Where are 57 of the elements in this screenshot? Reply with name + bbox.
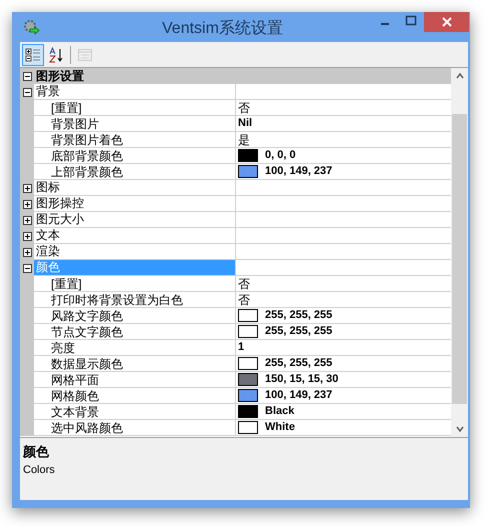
- category-label: 图形设置: [35, 68, 84, 85]
- property-value[interactable]: 100, 149, 237: [265, 387, 332, 404]
- group-label[interactable]: 渲染: [34, 244, 60, 259]
- close-icon: [442, 17, 452, 27]
- group-label[interactable]: 文本: [34, 228, 60, 243]
- property-name: 风路文字颜色: [51, 308, 123, 324]
- categorized-view-button[interactable]: [22, 44, 44, 66]
- property-name: [重置]: [51, 276, 82, 292]
- property-value[interactable]: 255, 255, 255: [265, 323, 332, 340]
- expand-icon[interactable]: [22, 248, 32, 256]
- group-label[interactable]: 图元大小: [34, 212, 84, 227]
- property-name: 上部背景颜色: [51, 164, 123, 180]
- property-name: 选中风路颜色: [51, 420, 123, 436]
- scrollbar[interactable]: [451, 68, 468, 437]
- property-value[interactable]: 255, 255, 255: [265, 355, 332, 372]
- expand-icon[interactable]: [22, 216, 32, 224]
- property-name: 亮度: [51, 340, 75, 356]
- property-value[interactable]: 是: [238, 130, 250, 148]
- gear-icon: [22, 18, 40, 36]
- property-value[interactable]: 否: [238, 290, 250, 308]
- property-value[interactable]: 150, 15, 15, 30: [265, 371, 338, 388]
- property-value[interactable]: 1: [238, 339, 244, 356]
- window-title: Ventsim系统设置: [162, 18, 283, 39]
- property-value[interactable]: 否: [238, 274, 250, 292]
- categorized-icon: [25, 46, 41, 62]
- scrollbar-thumb[interactable]: [452, 114, 467, 404]
- group-label[interactable]: 背景: [34, 84, 60, 99]
- group-label[interactable]: 图形操控: [34, 196, 84, 211]
- property-value[interactable]: 255, 255, 255: [265, 307, 332, 324]
- property-name: 数据显示颜色: [51, 356, 123, 372]
- property-name: 底部背景颜色: [51, 148, 123, 164]
- property-value[interactable]: 100, 149, 237: [265, 163, 332, 180]
- expand-icon[interactable]: [22, 184, 32, 192]
- property-name: 背景图片: [51, 116, 99, 132]
- sort-icon: [49, 46, 65, 62]
- description-text: Colors: [23, 462, 56, 478]
- collapse-icon[interactable]: [22, 264, 32, 272]
- property-value[interactable]: Nil: [238, 115, 252, 132]
- expand-icon[interactable]: [22, 232, 32, 240]
- close-button[interactable]: [424, 12, 469, 32]
- description-title: 颜色: [23, 443, 50, 461]
- property-value[interactable]: 0, 0, 0: [265, 147, 296, 164]
- property-name: 背景图片着色: [51, 132, 123, 148]
- property-name: 节点文字颜色: [51, 324, 123, 340]
- property-name: 文本背景: [51, 404, 99, 420]
- property-value[interactable]: Black: [265, 403, 294, 420]
- collapse-icon[interactable]: [22, 72, 32, 80]
- property-name: 网格平面: [51, 372, 99, 388]
- expand-icon[interactable]: [22, 200, 32, 208]
- property-pages-icon: [77, 46, 93, 62]
- property-name: [重置]: [51, 100, 82, 116]
- property-name: 打印时将背景设置为白色: [51, 292, 183, 308]
- property-value[interactable]: White: [265, 419, 295, 436]
- property-name: 网格颜色: [51, 388, 99, 404]
- property-value[interactable]: 否: [238, 98, 250, 116]
- collapse-icon[interactable]: [22, 88, 32, 96]
- group-label[interactable]: 图标: [34, 180, 60, 195]
